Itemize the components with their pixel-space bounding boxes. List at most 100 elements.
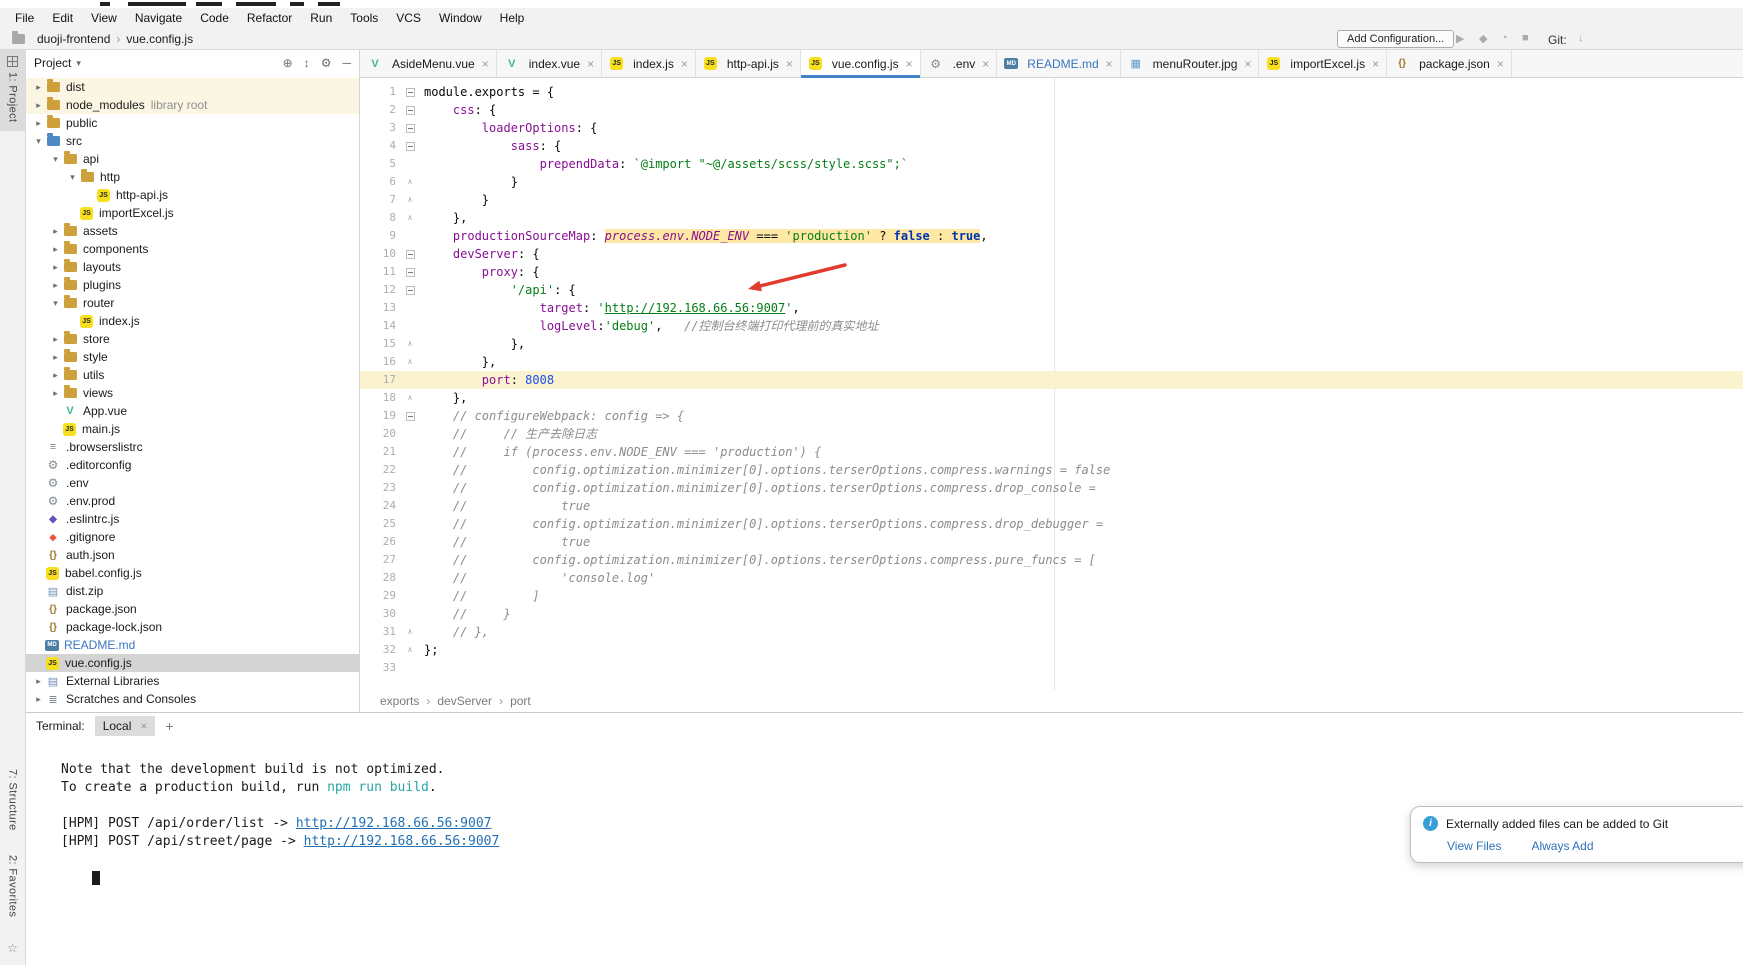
- chevron-down-icon[interactable]: ▾: [49, 298, 62, 309]
- fold-end-icon[interactable]: ∧: [400, 191, 420, 209]
- terminal-tab-local[interactable]: Local ×: [95, 716, 156, 736]
- tree-item-index-js[interactable]: JSindex.js: [26, 312, 359, 330]
- code-line[interactable]: 18∧ },: [360, 389, 1743, 407]
- chevron-right-icon[interactable]: ▸: [32, 118, 45, 129]
- code-line[interactable]: 33: [360, 659, 1743, 677]
- code-line[interactable]: 6∧ }: [360, 173, 1743, 191]
- tree-item-importexcel-js[interactable]: JSimportExcel.js: [26, 204, 359, 222]
- new-terminal-icon[interactable]: +: [165, 718, 173, 734]
- code-line[interactable]: 3 loaderOptions: {: [360, 119, 1743, 137]
- tree-item-public[interactable]: ▸public: [26, 114, 359, 132]
- project-panel-title[interactable]: Project ▾: [34, 56, 81, 70]
- git-branch-widget[interactable]: Git:: [1548, 33, 1567, 47]
- notification-action-always-add[interactable]: Always Add: [1531, 839, 1593, 853]
- tab-vue-config-js[interactable]: JSvue.config.js×: [801, 50, 921, 77]
- tree-item-dist-zip[interactable]: ▤dist.zip: [26, 582, 359, 600]
- fold-collapse-icon[interactable]: [400, 101, 420, 119]
- chevron-right-icon[interactable]: ▸: [49, 334, 62, 345]
- breadcrumb-devserver[interactable]: devServer: [437, 694, 492, 708]
- close-icon[interactable]: ×: [1372, 57, 1379, 71]
- profile-icon[interactable]: ◔: [1501, 32, 1508, 44]
- code-line[interactable]: 12 '/api': {: [360, 281, 1743, 299]
- code-line[interactable]: 23 // config.optimization.minimizer[0].o…: [360, 479, 1743, 497]
- hide-panel-icon[interactable]: ─: [342, 56, 351, 70]
- chevron-right-icon[interactable]: ▸: [32, 100, 45, 111]
- stripe-structure-button[interactable]: 7: Structure: [7, 769, 19, 831]
- code-line[interactable]: 17 port: 8008: [360, 371, 1743, 389]
- code-line[interactable]: 4 sass: {: [360, 137, 1743, 155]
- tree-item-readme-md[interactable]: MDREADME.md: [26, 636, 359, 654]
- close-icon[interactable]: ×: [982, 57, 989, 71]
- locate-file-icon[interactable]: ⊕: [283, 56, 293, 70]
- tree-item-app-vue[interactable]: VApp.vue: [26, 402, 359, 420]
- code-line[interactable]: 22 // config.optimization.minimizer[0].o…: [360, 461, 1743, 479]
- code-line[interactable]: 2 css: {: [360, 101, 1743, 119]
- tab-importexcel-js[interactable]: JSimportExcel.js×: [1259, 50, 1387, 77]
- breadcrumb-item-vue-config-js[interactable]: vue.config.js: [126, 32, 193, 46]
- tree-item-api[interactable]: ▾api: [26, 150, 359, 168]
- tree-item-scratches-and-consoles[interactable]: ▸≣Scratches and Consoles: [26, 690, 359, 708]
- tree-item-babel-config-js[interactable]: JSbabel.config.js: [26, 564, 359, 582]
- fold-collapse-icon[interactable]: [400, 137, 420, 155]
- tab-asidemenu-vue[interactable]: VAsideMenu.vue×: [360, 50, 497, 77]
- close-icon[interactable]: ×: [1244, 57, 1251, 71]
- close-icon[interactable]: ×: [482, 57, 489, 71]
- expand-collapse-icon[interactable]: ↕: [304, 56, 310, 70]
- chevron-right-icon[interactable]: ▸: [32, 82, 45, 93]
- breadcrumb-item-duoji-frontend[interactable]: duoji-frontend: [37, 32, 110, 46]
- close-icon[interactable]: ×: [587, 57, 594, 71]
- chevron-right-icon[interactable]: ▸: [49, 370, 62, 381]
- code-line[interactable]: 26 // true: [360, 533, 1743, 551]
- tab-index-js[interactable]: JSindex.js×: [602, 50, 696, 77]
- tree-item-gitignore[interactable]: ◆.gitignore: [26, 528, 359, 546]
- fold-collapse-icon[interactable]: [400, 119, 420, 137]
- tree-item-eslintrc-js[interactable]: ◆.eslintrc.js: [26, 510, 359, 528]
- chevron-down-icon[interactable]: ▾: [32, 136, 45, 147]
- code-line[interactable]: 20 // // 生产去除日志: [360, 425, 1743, 443]
- code-editor[interactable]: 1module.exports = {2 css: {3 loaderOptio…: [360, 78, 1743, 690]
- settings-gear-icon[interactable]: ⚙: [321, 56, 332, 70]
- fold-collapse-icon[interactable]: [400, 281, 420, 299]
- tree-item-http-api-js[interactable]: JShttp-api.js: [26, 186, 359, 204]
- tree-item-components[interactable]: ▸components: [26, 240, 359, 258]
- fold-end-icon[interactable]: ∧: [400, 335, 420, 353]
- close-icon[interactable]: ×: [786, 57, 793, 71]
- git-update-icon[interactable]: ↓: [1578, 32, 1584, 44]
- chevron-down-icon[interactable]: ▾: [49, 154, 62, 165]
- terminal-link[interactable]: http://192.168.66.56:9007: [296, 816, 492, 831]
- close-icon[interactable]: ×: [140, 719, 147, 733]
- breadcrumb-exports[interactable]: exports: [380, 694, 419, 708]
- tab-package-json[interactable]: {}package.json×: [1387, 50, 1512, 77]
- stop-icon[interactable]: ■: [1522, 32, 1529, 44]
- chevron-right-icon[interactable]: ▸: [32, 676, 45, 687]
- code-line[interactable]: 24 // true: [360, 497, 1743, 515]
- fold-end-icon[interactable]: ∧: [400, 389, 420, 407]
- close-icon[interactable]: ×: [906, 57, 913, 71]
- close-icon[interactable]: ×: [681, 57, 688, 71]
- chevron-right-icon[interactable]: ▸: [49, 352, 62, 363]
- fold-end-icon[interactable]: ∧: [400, 209, 420, 227]
- menu-vcs[interactable]: VCS: [387, 9, 430, 27]
- code-line[interactable]: 19 // configureWebpack: config => {: [360, 407, 1743, 425]
- tree-item-style[interactable]: ▸style: [26, 348, 359, 366]
- code-line[interactable]: 29 // ]: [360, 587, 1743, 605]
- tab-http-api-js[interactable]: JShttp-api.js×: [696, 50, 801, 77]
- chevron-right-icon[interactable]: ▸: [49, 226, 62, 237]
- tab-index-vue[interactable]: Vindex.vue×: [497, 50, 602, 77]
- code-line[interactable]: 21 // if (process.env.NODE_ENV === 'prod…: [360, 443, 1743, 461]
- chevron-right-icon[interactable]: ▸: [49, 244, 62, 255]
- code-line[interactable]: 1module.exports = {: [360, 83, 1743, 101]
- menu-help[interactable]: Help: [491, 9, 534, 27]
- tree-item-http[interactable]: ▾http: [26, 168, 359, 186]
- fold-end-icon[interactable]: ∧: [400, 641, 420, 659]
- tree-item-env-prod[interactable]: ⚙.env.prod: [26, 492, 359, 510]
- code-line[interactable]: 7∧ }: [360, 191, 1743, 209]
- add-configuration-button[interactable]: Add Configuration...: [1337, 30, 1454, 48]
- fold-end-icon[interactable]: ∧: [400, 353, 420, 371]
- tab-env[interactable]: ⚙.env×: [921, 50, 998, 77]
- code-line[interactable]: 30 // }: [360, 605, 1743, 623]
- code-line[interactable]: 14 logLevel:'debug', //控制台终端打印代理前的真实地址: [360, 317, 1743, 335]
- fold-collapse-icon[interactable]: [400, 263, 420, 281]
- chevron-right-icon[interactable]: ▸: [32, 694, 45, 705]
- fold-end-icon[interactable]: ∧: [400, 173, 420, 191]
